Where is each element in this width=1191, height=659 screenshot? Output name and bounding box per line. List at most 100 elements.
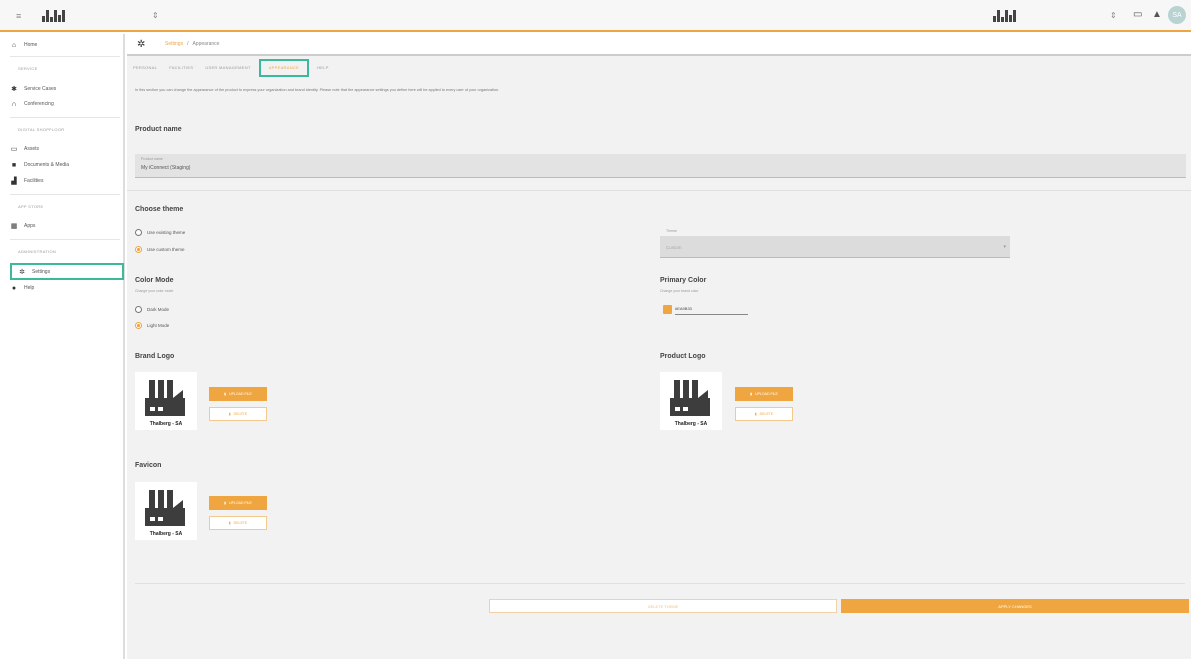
sidebar-item-home[interactable]: ⌂ Home — [10, 38, 37, 52]
product-logo-upload-button[interactable]: ▮ UPLOAD FILE — [735, 387, 793, 401]
radio-checked-icon — [135, 322, 142, 329]
apply-changes-button[interactable]: APPLY CHANGES — [841, 599, 1189, 613]
sidebar-item-assets[interactable]: ▭ Assets — [10, 142, 39, 156]
choose-theme-title: Choose theme — [135, 206, 184, 213]
section-label: DIGITAL SHOPFLOOR — [18, 127, 65, 132]
theme-option-custom[interactable]: Use custom theme — [135, 246, 185, 253]
headset-icon: ∩ — [11, 100, 17, 108]
sidebar-item-label: Settings — [32, 268, 51, 275]
tab-personal[interactable]: PERSONAL — [127, 59, 163, 77]
sidebar-item-label: Documents & Media — [24, 162, 70, 168]
upload-icon: ▮ — [224, 392, 227, 396]
theme-option-existing[interactable]: Use existing theme — [135, 229, 185, 236]
sidebar-item-service-cases[interactable]: ✱ Service Cases — [10, 82, 56, 96]
grid-icon: ▦ — [10, 223, 18, 230]
home-icon: ⌂ — [11, 41, 17, 49]
gear-icon: ✲ — [137, 39, 146, 50]
bell-icon[interactable]: ▲ — [1152, 9, 1162, 20]
brand-logo-upload-button[interactable]: ▮ UPLOAD FILE — [209, 387, 267, 401]
chat-icon[interactable]: ▭ — [1133, 9, 1142, 20]
language-selector[interactable]: ⇕ — [1110, 11, 1117, 20]
delete-theme-button[interactable]: DELETE THEME — [489, 599, 837, 613]
sidebar-item-conferencing[interactable]: ∩ Conferencing — [10, 97, 54, 111]
section-label: ADMINISTRATION — [18, 249, 57, 254]
sidebar-item-facilities[interactable]: ▟ Facilities — [10, 174, 43, 188]
sidebar-item-label: Help — [24, 285, 35, 291]
intro-text: In this section you can change the appea… — [135, 88, 500, 92]
sidebar: ⌂ Home SERVICE ✱ Service Cases ∩ Confere… — [0, 34, 125, 659]
radio-icon — [135, 229, 142, 236]
section-label: SERVICE — [18, 66, 38, 71]
color-swatch[interactable] — [663, 305, 672, 314]
product-name-input[interactable]: Product name My iConnect (Staging) — [135, 154, 1186, 178]
sidebar-item-documents[interactable]: ■ Documents & Media — [10, 158, 69, 172]
top-bar: ≡ ⇕ ⇕ ▭ ▲ SA — [0, 0, 1191, 32]
trash-icon: ▮ — [754, 412, 757, 416]
favicon-upload-button[interactable]: ▮ UPLOAD FILE — [209, 496, 267, 510]
product-name-title: Product name — [135, 126, 182, 133]
divider — [10, 239, 120, 240]
main-content: ✲ Settings / Appearance PERSONAL FACILIT… — [127, 34, 1191, 659]
color-mode-dark[interactable]: Dark Mode — [135, 306, 169, 313]
factory-icon: ▟ — [11, 178, 17, 185]
sidebar-item-label: Service Cases — [24, 86, 57, 92]
avatar[interactable]: SA — [1168, 6, 1186, 24]
tab-facilities[interactable]: FACILITIES — [163, 59, 199, 77]
color-mode-subtitle: Change your color mode — [135, 289, 174, 293]
breadcrumb: Settings / Appearance — [165, 41, 219, 47]
product-logo-preview: Thalberg - SA — [660, 372, 722, 430]
gear-icon: ✱ — [11, 86, 17, 93]
settings-tabs: PERSONAL FACILITIES USER MANAGEMENT APPE… — [127, 59, 335, 77]
product-logo-title: Product Logo — [660, 353, 706, 360]
sidebar-item-settings[interactable]: ✲ Settings — [10, 263, 124, 280]
brand-logo-delete-button[interactable]: ▮ DELETE — [209, 407, 267, 421]
brand-logo-caption: Thalberg - SA — [149, 421, 183, 427]
divider — [10, 56, 120, 57]
radio-icon — [135, 306, 142, 313]
sidebar-item-apps[interactable]: ▦ Apps — [10, 219, 36, 233]
favicon-caption: Thalberg - SA — [149, 531, 183, 537]
theme-select[interactable]: Custom ▾ — [660, 236, 1010, 258]
divider — [10, 194, 120, 195]
primary-color-subtitle: Change your brand color — [660, 289, 699, 293]
primary-color-title: Primary Color — [660, 277, 707, 284]
org-selector[interactable]: ⇕ — [152, 11, 159, 20]
divider — [135, 583, 1185, 584]
sidebar-item-label: Home — [24, 42, 38, 48]
favicon-title: Favicon — [135, 462, 162, 469]
favicon-delete-button[interactable]: ▮ DELETE — [209, 516, 267, 530]
product-logo-caption: Thalberg - SA — [674, 421, 708, 427]
breadcrumb-settings[interactable]: Settings — [165, 41, 183, 47]
trash-icon: ▮ — [228, 521, 231, 525]
product-logo-delete-button[interactable]: ▮ DELETE — [735, 407, 793, 421]
favicon-preview: Thalberg - SA — [135, 482, 197, 540]
theme-option-custom-label: Use custom theme — [147, 247, 185, 252]
brand-logo-icon[interactable] — [42, 10, 65, 22]
tab-user-management[interactable]: USER MANAGEMENT — [199, 59, 256, 77]
section-label: APP STORE — [18, 204, 44, 209]
factory-icon — [145, 380, 185, 416]
upload-icon: ▮ — [224, 501, 227, 505]
divider — [127, 190, 1191, 191]
breadcrumb-separator: / — [187, 41, 189, 47]
breadcrumb-bar: ✲ Settings / Appearance — [127, 34, 1191, 56]
sidebar-item-help[interactable]: ● Help — [10, 281, 34, 295]
tab-appearance[interactable]: APPEARANCE — [258, 59, 310, 77]
product-logo-icon — [993, 10, 1016, 22]
sidebar-item-label: Conferencing — [24, 101, 54, 107]
help-icon: ● — [11, 284, 17, 292]
chevron-down-icon: ▾ — [1003, 244, 1006, 250]
primary-color-input[interactable]: #EA9B33 — [675, 304, 748, 315]
theme-select-value: Custom — [666, 245, 682, 250]
color-mode-light[interactable]: Light Mode — [135, 322, 169, 329]
sidebar-item-label: Assets — [24, 146, 40, 152]
factory-icon — [670, 380, 710, 416]
folder-icon: ▭ — [10, 146, 18, 153]
gear-icon: ✲ — [19, 268, 25, 276]
sidebar-item-label: Facilities — [24, 178, 44, 184]
tab-help[interactable]: HELP — [311, 59, 335, 77]
menu-icon[interactable]: ≡ — [16, 11, 21, 21]
brand-logo-title: Brand Logo — [135, 353, 175, 360]
product-name-label: Product name — [141, 157, 163, 161]
brand-logo-preview: Thalberg - SA — [135, 372, 197, 430]
